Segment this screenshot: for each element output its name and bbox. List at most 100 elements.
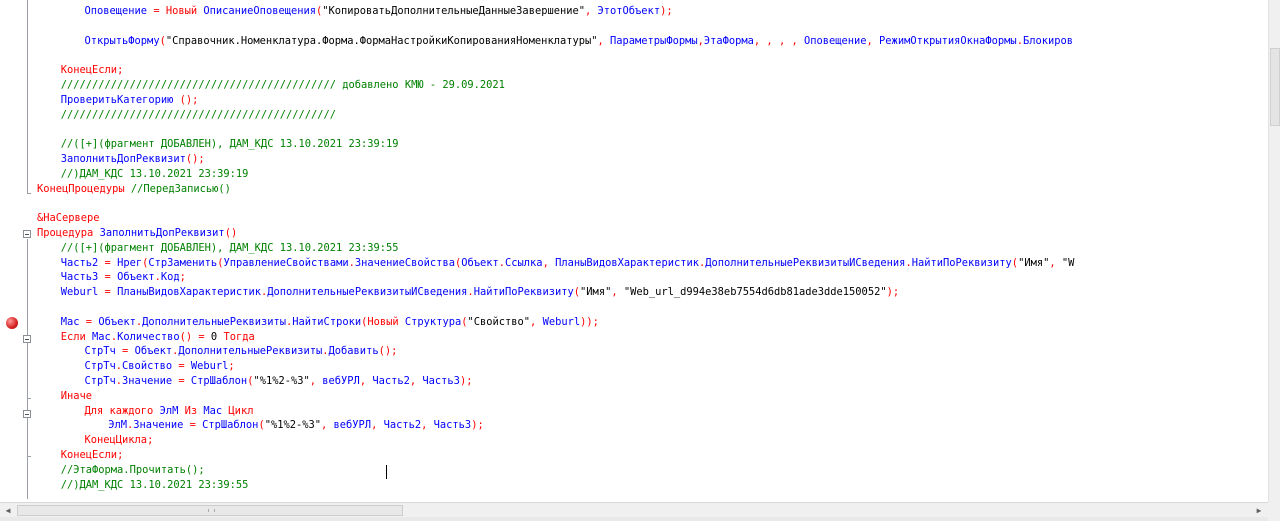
code-token: ); — [660, 5, 673, 17]
code-token: , — [359, 375, 373, 387]
code-line[interactable]: СтрТч.Значение = СтрШаблон("%1%2-%3", ве… — [85, 374, 473, 389]
code-token: ЭтотОбъект — [597, 5, 661, 17]
code-line[interactable]: Мас = Объект.ДополнительныеРеквизиты.Най… — [61, 315, 599, 330]
code-token: "Web_url_d994e38eb7554d6db81ade3dde15005… — [623, 286, 887, 299]
fold-guide-line — [27, 0, 28, 193]
code-line[interactable]: СтрТч.Свойство = Weburl; — [85, 359, 235, 374]
code-line[interactable]: //ЭтаФорма.Прочитать(); — [61, 463, 205, 478]
code-token: ; — [179, 271, 186, 284]
code-line[interactable]: Процедура ЗаполнитьДопРеквизит() — [37, 226, 237, 241]
code-token: ЭлМ — [153, 404, 179, 417]
code-token: Оповещение — [803, 34, 867, 47]
code-token: ПланыВидовХарактеристик — [117, 286, 261, 299]
fold-collapse-icon[interactable] — [23, 335, 31, 343]
code-token: НайтиПоРеквизиту — [911, 256, 1012, 269]
code-token: Добавить — [328, 345, 379, 358]
vertical-scrollbar-thumb[interactable] — [1270, 48, 1280, 126]
code-line[interactable]: ОткрытьФорму("Справочник.Номенклатура.Фо… — [85, 34, 1074, 49]
code-token: Значение — [122, 375, 173, 387]
scrollbar-grip — [208, 509, 215, 512]
code-line[interactable]: Иначе — [61, 389, 92, 404]
code-token: Weburl — [60, 286, 99, 299]
code-line[interactable]: ПроверитьКатегорию (); — [61, 93, 199, 108]
code-token: //)ДАМ_КДС 13.10.2021 23:39:55 — [60, 478, 249, 491]
code-editor[interactable]: Оповещение = Новый ОписаниеОповещения("К… — [0, 0, 1280, 521]
code-token: &НаСервере — [37, 212, 100, 225]
code-token: ДополнительныеРеквизитыИСведения — [705, 256, 906, 269]
breakpoint-icon[interactable] — [6, 317, 18, 329]
code-token: , — [866, 34, 880, 47]
code-line[interactable]: КонецЕсли; — [61, 448, 124, 463]
code-token: ); — [886, 286, 900, 299]
code-line[interactable]: //([+](фрагмент ДОБАВЛЕН), ДАМ_КДС 13.10… — [61, 241, 399, 256]
code-token: КонецЕсли — [60, 64, 118, 77]
code-token: //([+](фрагмент ДОБАВЛЕН), ДАМ_КДС 13.10… — [60, 241, 399, 254]
code-line[interactable]: ////////////////////////////////////////… — [61, 78, 505, 93]
code-token: НайтиПоРеквизиту — [473, 286, 574, 299]
code-token: ПараметрыФормы — [610, 34, 698, 47]
fold-collapse-icon[interactable] — [23, 230, 31, 238]
code-token: "Имя" — [580, 286, 612, 299]
code-line[interactable]: ЭлМ.Значение = СтрШаблон("%1%2-%3", вебУ… — [108, 418, 483, 433]
code-token: Часть3 — [422, 375, 460, 387]
code-line[interactable]: КонецПроцедуры //ПередЗаписью() — [37, 182, 231, 197]
code-token: (); — [185, 153, 205, 165]
code-token: ////////////////////////////////////////… — [60, 108, 337, 121]
code-token: Объект — [117, 271, 155, 284]
code-token: СтрТч — [84, 360, 116, 373]
scroll-right-arrow-icon[interactable]: ▶ — [1253, 505, 1265, 516]
horizontal-scrollbar[interactable]: ◀ ▶ — [0, 502, 1268, 518]
code-token: //ПередЗаписью() — [124, 182, 231, 195]
code-token: , — [421, 419, 434, 432]
code-token: КонецЕсли — [60, 449, 118, 461]
code-token: СтрШаблон — [190, 375, 248, 387]
code-line[interactable]: КонецЦикла; — [85, 433, 154, 448]
vertical-scrollbar[interactable] — [1268, 0, 1280, 502]
horizontal-scrollbar-thumb[interactable] — [17, 505, 403, 516]
code-line[interactable]: &НаСервере — [37, 211, 100, 226]
code-line[interactable]: Weburl = ПланыВидовХарактеристик.Дополни… — [61, 285, 899, 300]
fold-collapse-icon[interactable] — [23, 410, 31, 418]
code-token: , — [611, 286, 624, 299]
code-area[interactable]: Оповещение = Новый ОписаниеОповещения("К… — [37, 0, 1267, 500]
code-line[interactable]: Оповещение = Новый ОписаниеОповещения("К… — [85, 4, 673, 19]
code-line[interactable]: СтрТч = Объект.ДополнительныеРеквизиты.Д… — [85, 344, 398, 359]
code-token: ; — [117, 64, 124, 77]
code-token: , — [530, 315, 543, 328]
code-token: )); — [580, 315, 599, 328]
code-token: , — [585, 5, 598, 17]
editor-gutter[interactable] — [0, 0, 31, 500]
scrollbar-corner — [1268, 502, 1280, 521]
code-line[interactable]: Если Мас.Количество() = 0 Тогда — [61, 330, 255, 345]
code-token: СтрЗаменить — [148, 256, 218, 269]
code-token: Блокиров — [1022, 34, 1073, 47]
code-token: Ссылка — [505, 256, 543, 269]
code-line[interactable]: //([+](фрагмент ДОБАВЛЕН), ДАМ_КДС 13.10… — [61, 137, 399, 152]
code-token: Цикл — [222, 404, 254, 417]
code-token: ДополнительныеРеквизиты — [178, 345, 323, 358]
code-token: ЭтаФорма — [703, 34, 754, 47]
code-token: ; — [117, 449, 124, 461]
code-token: Часть3 — [433, 419, 472, 432]
code-token: ЗаполнитьДопРеквизит — [93, 227, 225, 239]
code-token: (); — [173, 93, 199, 106]
code-line[interactable]: КонецЕсли; — [61, 63, 124, 78]
code-token: РежимОткрытияОкнаФормы — [879, 34, 1017, 47]
code-line[interactable]: Для каждого ЭлМ Из Мас Цикл — [85, 404, 254, 419]
code-token: Объект — [98, 315, 136, 328]
code-token: , — [371, 419, 384, 432]
code-token: Weburl — [542, 315, 581, 328]
code-token: ОткрытьФорму — [84, 34, 160, 47]
code-line[interactable]: ЗаполнитьДопРеквизит(); — [61, 152, 205, 167]
code-line[interactable]: Часть2 = Нрег(СтрЗаменить(УправлениеСвой… — [61, 256, 1075, 271]
code-token: , — [1049, 256, 1062, 269]
code-line[interactable]: ////////////////////////////////////////… — [61, 108, 336, 123]
code-token: ПланыВидовХарактеристик — [555, 256, 699, 269]
code-token: "Справочник.Номенклатура.Форма.ФормаНаст… — [165, 34, 598, 47]
code-line[interactable]: Часть3 = Объект.Код; — [61, 270, 186, 285]
scroll-left-arrow-icon[interactable]: ◀ — [2, 505, 14, 516]
code-line[interactable]: //)ДАМ_КДС 13.10.2021 23:39:55 — [61, 478, 249, 493]
fold-guide-line — [27, 239, 28, 499]
code-token: , , , , — [753, 34, 804, 47]
code-line[interactable]: //)ДАМ_КДС 13.10.2021 23:39:19 — [61, 167, 249, 182]
